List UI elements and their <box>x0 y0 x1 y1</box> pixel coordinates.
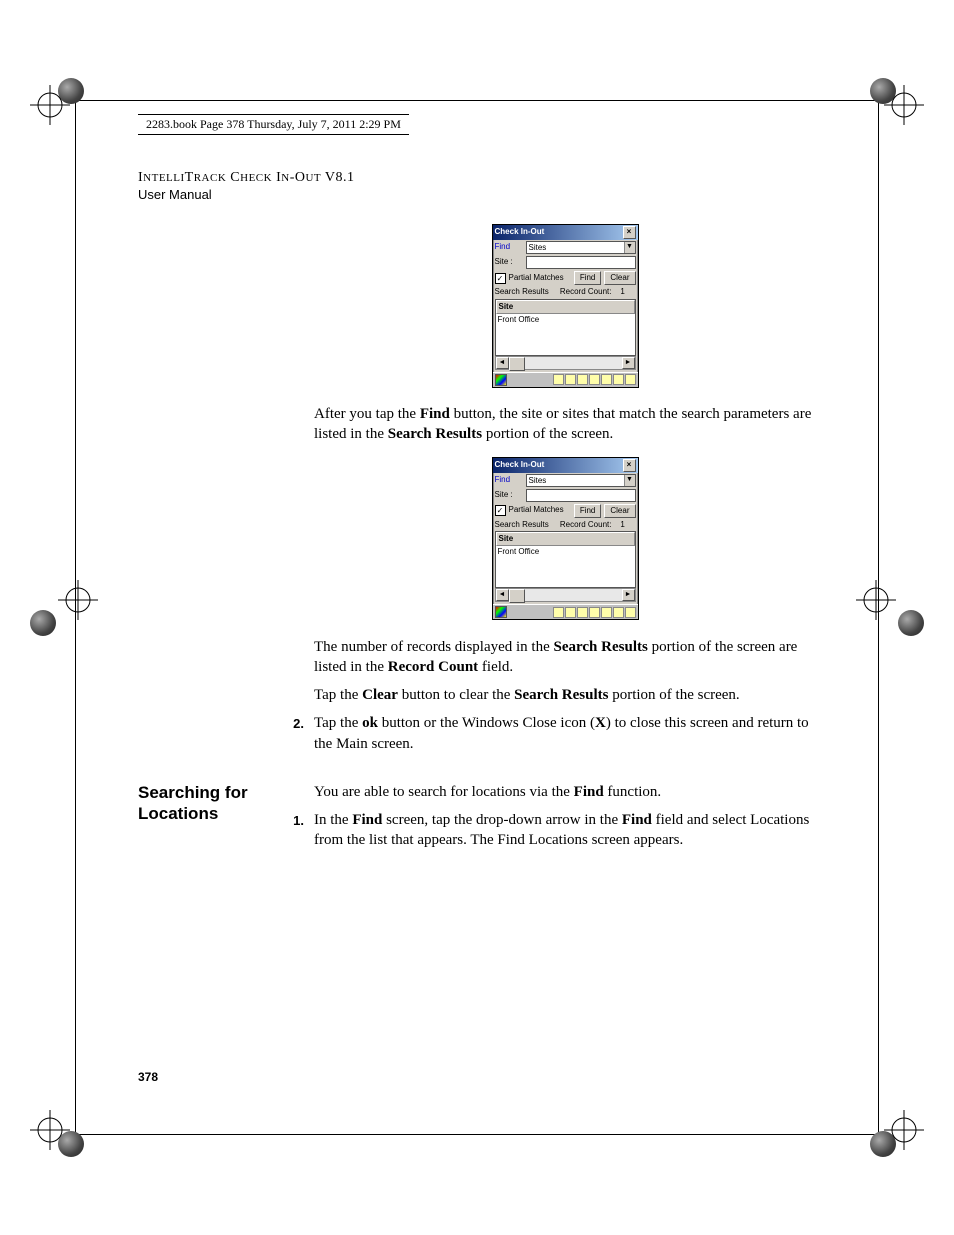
find-button[interactable]: Find <box>574 271 602 285</box>
chevron-down-icon[interactable]: ▼ <box>624 475 635 486</box>
registration-ball <box>58 1131 84 1157</box>
column-header-site[interactable]: Site <box>496 532 635 546</box>
chevron-down-icon[interactable]: ▼ <box>624 242 635 253</box>
site-label: Site : <box>495 490 523 501</box>
search-results-label: Search Results <box>495 520 549 529</box>
horizontal-scrollbar[interactable]: ◄ ► <box>495 588 636 602</box>
step-number: 2. <box>286 713 304 754</box>
partial-matches-checkbox[interactable]: ✓ <box>495 273 506 284</box>
start-icon[interactable] <box>495 606 507 618</box>
system-tray <box>553 374 636 385</box>
tray-icon[interactable] <box>601 374 612 385</box>
body-paragraph: You are able to search for locations via… <box>314 782 816 802</box>
tray-icon[interactable] <box>589 374 600 385</box>
scroll-left-icon[interactable]: ◄ <box>496 589 509 601</box>
scroll-thumb[interactable] <box>509 357 525 371</box>
tray-icon[interactable] <box>625 607 636 618</box>
registration-ball <box>870 78 896 104</box>
window-title: Check In-Out <box>495 460 545 471</box>
find-dropdown[interactable]: Sites ▼ <box>526 241 636 254</box>
body-paragraph: The number of records displayed in the S… <box>314 637 816 678</box>
record-count-value: 1 <box>620 520 624 529</box>
site-input[interactable] <box>526 256 636 269</box>
close-icon[interactable]: × <box>623 459 636 472</box>
body-paragraph: After you tap the Find button, the site … <box>314 404 816 445</box>
horizontal-scrollbar[interactable]: ◄ ► <box>495 356 636 370</box>
tray-icon[interactable] <box>565 374 576 385</box>
scroll-thumb[interactable] <box>509 589 525 603</box>
body-paragraph: Tap the Clear button to clear the Search… <box>314 685 816 705</box>
screenshot-figure: Check In-Out × Find Sites ▼ Site : <box>314 224 816 392</box>
find-button[interactable]: Find <box>574 504 602 518</box>
partial-matches-label: Partial Matches <box>509 273 564 284</box>
clear-button[interactable]: Clear <box>604 504 635 518</box>
product-subtitle: User Manual <box>138 187 816 202</box>
registration-ball <box>58 78 84 104</box>
taskbar <box>493 604 638 619</box>
start-icon[interactable] <box>495 374 507 386</box>
list-item[interactable]: Front Office <box>496 314 635 325</box>
record-count-label: Record Count: <box>560 287 612 296</box>
column-header-site[interactable]: Site <box>496 300 635 314</box>
partial-matches-checkbox[interactable]: ✓ <box>495 505 506 516</box>
close-icon[interactable]: × <box>623 226 636 239</box>
step-text: Tap the ok button or the Windows Close i… <box>314 713 816 754</box>
registration-ball <box>898 610 924 636</box>
partial-matches-label: Partial Matches <box>509 505 564 516</box>
results-list[interactable]: Site Front Office <box>495 299 636 356</box>
tray-icon[interactable] <box>613 607 624 618</box>
step-text: In the Find screen, tap the drop-down ar… <box>314 810 816 851</box>
site-label: Site : <box>495 257 523 268</box>
registration-ball <box>30 610 56 636</box>
app-window: Check In-Out × Find Sites ▼ Site : <box>492 457 639 621</box>
scroll-left-icon[interactable]: ◄ <box>496 357 509 369</box>
results-list[interactable]: Site Front Office <box>495 531 636 588</box>
system-tray <box>553 607 636 618</box>
clear-button[interactable]: Clear <box>604 271 635 285</box>
find-label: Find <box>495 242 523 253</box>
section-heading: Searching for Locations <box>138 782 298 825</box>
tray-icon[interactable] <box>577 374 588 385</box>
registration-ball <box>870 1131 896 1157</box>
window-title: Check In-Out <box>495 227 545 238</box>
screenshot-figure: Check In-Out × Find Sites ▼ Site : <box>314 457 816 625</box>
find-dropdown[interactable]: Sites ▼ <box>526 474 636 487</box>
tray-icon[interactable] <box>577 607 588 618</box>
tray-icon[interactable] <box>565 607 576 618</box>
running-header: 2283.book Page 378 Thursday, July 7, 201… <box>138 114 409 135</box>
record-count-value: 1 <box>620 287 624 296</box>
list-item[interactable]: Front Office <box>496 546 635 557</box>
tray-icon[interactable] <box>625 374 636 385</box>
tray-icon[interactable] <box>589 607 600 618</box>
tray-icon[interactable] <box>613 374 624 385</box>
scroll-right-icon[interactable]: ► <box>622 589 635 601</box>
scroll-right-icon[interactable]: ► <box>622 357 635 369</box>
find-label: Find <box>495 475 523 486</box>
tray-icon[interactable] <box>601 607 612 618</box>
app-window: Check In-Out × Find Sites ▼ Site : <box>492 224 639 388</box>
site-input[interactable] <box>526 489 636 502</box>
product-title: INTELLITRACK CHECK IN-OUT V8.1 <box>138 170 816 186</box>
taskbar <box>493 372 638 387</box>
tray-icon[interactable] <box>553 374 564 385</box>
search-results-label: Search Results <box>495 287 549 296</box>
record-count-label: Record Count: <box>560 520 612 529</box>
tray-icon[interactable] <box>553 607 564 618</box>
